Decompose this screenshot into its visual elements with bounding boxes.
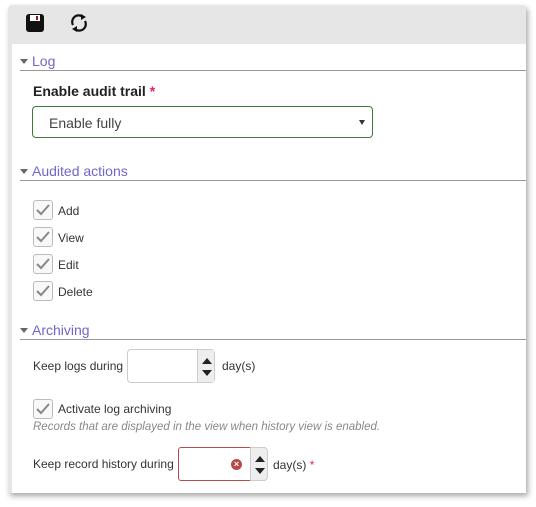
section-title: Audited actions (32, 163, 128, 179)
checkbox-edit[interactable] (33, 254, 53, 274)
collapse-triangle-icon (20, 328, 28, 333)
refresh-button[interactable] (68, 12, 90, 34)
activate-archiving-checkbox[interactable] (33, 399, 53, 419)
checkbox-label: Edit (58, 258, 79, 272)
checkbox-label: View (58, 231, 84, 245)
keep-logs-unit: day(s) (222, 359, 256, 373)
checkbox-delete[interactable] (33, 281, 53, 301)
section-archiving-header[interactable]: Archiving (20, 322, 526, 340)
hint-text: Records that are displayed in the view w… (33, 421, 381, 433)
keep-history-unit: day(s) (273, 458, 307, 472)
checkmark-icon (36, 204, 50, 216)
save-button[interactable] (25, 13, 45, 33)
checkbox-view[interactable] (33, 227, 53, 247)
floppy-disk-icon (26, 14, 44, 32)
arrow-down-icon[interactable] (202, 370, 212, 376)
checkbox-add[interactable] (33, 200, 53, 220)
required-marker: * (149, 83, 156, 99)
refresh-icon (71, 14, 87, 32)
select-value: Enable fully (49, 115, 122, 131)
section-log-header[interactable]: Log (20, 53, 526, 71)
clear-error-icon[interactable]: × (231, 459, 242, 470)
chevron-down-icon (359, 120, 365, 125)
arrow-up-icon[interactable] (202, 358, 212, 364)
collapse-triangle-icon (20, 59, 28, 64)
checkmark-icon (36, 403, 50, 415)
keep-logs-label: Keep logs during (33, 359, 124, 373)
spinner-buttons[interactable] (197, 350, 214, 382)
section-title: Archiving (32, 322, 90, 338)
keep-history-input[interactable]: × (178, 447, 251, 481)
keep-logs-input[interactable] (127, 349, 215, 383)
arrow-down-icon[interactable] (255, 468, 265, 474)
section-audited-header[interactable]: Audited actions (20, 163, 526, 181)
arrow-up-icon[interactable] (255, 456, 265, 462)
section-title: Log (32, 53, 56, 69)
enable-audit-trail-label: Enable audit trail * (33, 83, 156, 99)
checkmark-icon (36, 258, 50, 270)
enable-audit-trail-select[interactable]: Enable fully (32, 106, 373, 138)
required-marker: * (309, 458, 315, 472)
collapse-triangle-icon (20, 169, 28, 174)
checkmark-icon (36, 285, 50, 297)
checkbox-label: Delete (58, 285, 93, 299)
checkmark-icon (36, 231, 50, 243)
checkbox-label: Add (58, 204, 80, 218)
spinner-buttons[interactable] (250, 447, 268, 481)
activate-archiving-label: Activate log archiving (58, 402, 172, 416)
keep-history-label: Keep record history during (33, 457, 174, 471)
